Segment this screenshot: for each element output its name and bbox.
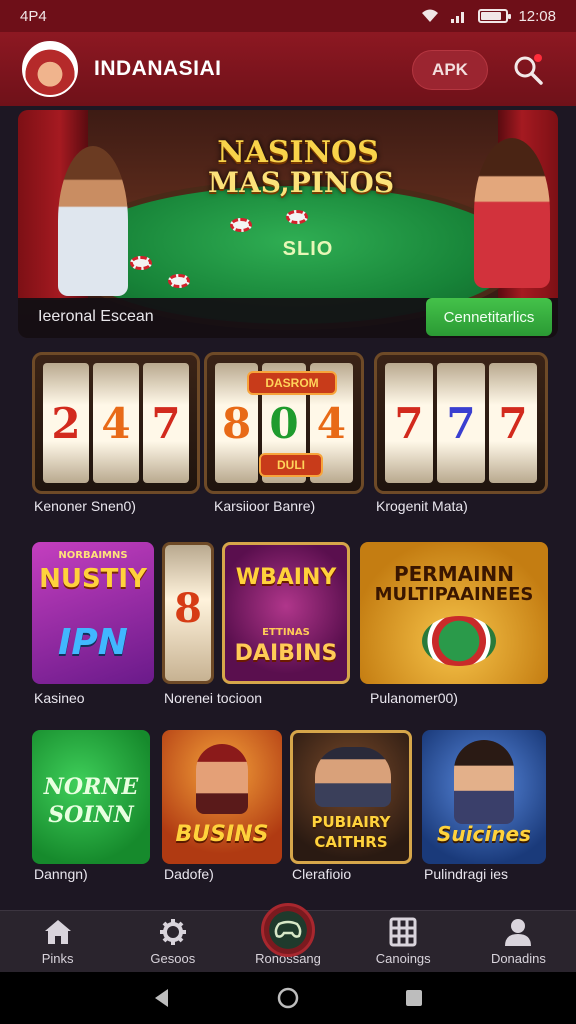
banner-cta-button[interactable]: Cennetitarlics [426,298,552,336]
banner-subtitle: SLIO [282,238,334,260]
chip-icon [230,218,252,232]
app-header: INDANASIAI APK [0,32,576,106]
player-right-image [474,138,550,288]
game-tile-reel[interactable]: 8 [162,542,214,684]
reel: 7 [437,363,485,483]
reel: 7 [385,363,433,483]
recents-icon[interactable] [403,987,425,1009]
banner-caption: Ieeronal Escean [38,308,154,325]
slot-game-label: Karsiioor Banre) [214,498,316,514]
roulette-image [422,616,496,666]
app-title: INDANASIAI [94,57,222,80]
slot-reels: 2 4 7 [43,363,189,483]
reel-number: 8 [174,585,202,632]
game-title-secondary: DAIBINS [234,641,338,666]
grid-icon [389,917,417,947]
game-tag: ETTINAS [262,627,310,638]
game-title-secondary: IPN [58,622,128,663]
game-title: NORNE [43,774,139,800]
reel: 7 [489,363,537,483]
game-title-secondary: SOINN [48,802,134,828]
chip-icon [286,210,308,224]
battery-icon [478,9,512,23]
user-icon [505,919,532,946]
reel: 2 [43,363,89,483]
game-label: Kasineo [34,690,85,706]
reel: 7 [143,363,189,483]
nav-item-gesoos[interactable]: Gesoos [115,911,230,972]
back-icon[interactable] [151,987,173,1009]
game-label: Pulanomer00) [370,690,458,706]
game-tile[interactable]: WBAINY ETTINAS DAIBINS [222,542,350,684]
apk-button[interactable]: APK [412,50,488,90]
nav-label: Pinks [41,951,74,966]
signal-icon [451,12,465,23]
character-image [315,747,391,807]
game-label: Pulindragi ies [424,866,509,882]
player-left-image [58,146,128,296]
avatar[interactable] [22,41,78,97]
home-icon [44,920,71,944]
game-tile[interactable]: Suicines [422,730,546,864]
game-label: Danngn) [34,866,88,882]
nav-label: Donadins [490,951,546,966]
gamepad-icon [261,903,315,957]
slot-game-card[interactable]: 7 7 7 [374,352,548,494]
nav-item-pinks[interactable]: Pinks [0,911,115,972]
slot-game-card[interactable]: 8 0 4 DASROM DULI [204,352,364,494]
slot-game-card[interactable]: 2 4 7 [32,352,200,494]
carrier-text: 4P4 [20,7,47,25]
game-title-secondary: MULTIPAAINEES [374,584,534,605]
game-title-secondary: CAITHRS [314,833,388,851]
game-label: Dadofe) [164,866,214,882]
nav-label: Canoings [375,951,431,966]
home-circle-icon[interactable] [276,986,300,1010]
banner-title: NASINOS MAS,PINOS [208,135,395,199]
slot-reels: 7 7 7 [385,363,537,483]
game-title: BUSINS [175,822,269,847]
game-title: NUSTIY [39,564,147,594]
slot-game-label: Krogenit Mata) [376,498,468,514]
status-bar: 4P4 12:08 [0,0,576,32]
game-tile[interactable]: BUSINS [162,730,282,864]
nav-item-ronossang[interactable]: Ronossang [230,903,345,972]
promo-banner[interactable]: NASINOS MAS,PINOS SLIO Ieeronal Escean C… [18,110,558,338]
game-tile[interactable]: PERMAINN MULTIPAAINEES [360,542,548,684]
game-tile[interactable]: NORNE SOINN [32,730,150,864]
system-nav-bar [0,972,576,1024]
game-title: Suicines [437,822,531,846]
nav-item-donadins[interactable]: Donadins [461,911,576,972]
game-tag: NORBAIMNS [58,550,128,561]
bottom-nav: Pinks Gesoos Ronossang Canoings Donadins [0,903,576,972]
chip-icon [130,256,152,270]
slot-marquee-top: DASROM [247,371,337,395]
game-title: PUBIAIRY [311,813,391,831]
chip-icon [168,274,190,288]
reel: 4 [93,363,139,483]
slot-marquee-bottom: DULI [259,453,323,477]
gear-icon [159,919,186,945]
game-title: WBAINY [235,565,337,590]
clock: 12:08 [518,7,556,25]
nav-item-canoings[interactable]: Canoings [346,911,461,972]
game-label: Clerafioio [292,866,352,882]
character-image [196,744,248,814]
game-label: Norenei tocioon [164,690,263,706]
notification-dot [534,54,542,62]
game-tile[interactable]: PUBIAIRY CAITHRS [290,730,412,864]
wifi-icon [422,9,439,22]
nav-label: Gesoos [150,951,196,966]
character-image [454,740,514,824]
game-title: PERMAINN [393,562,515,586]
game-tile[interactable]: NORBAIMNS NUSTIY IPN [32,542,154,684]
slot-game-label: Kenoner Snen0) [34,498,136,514]
